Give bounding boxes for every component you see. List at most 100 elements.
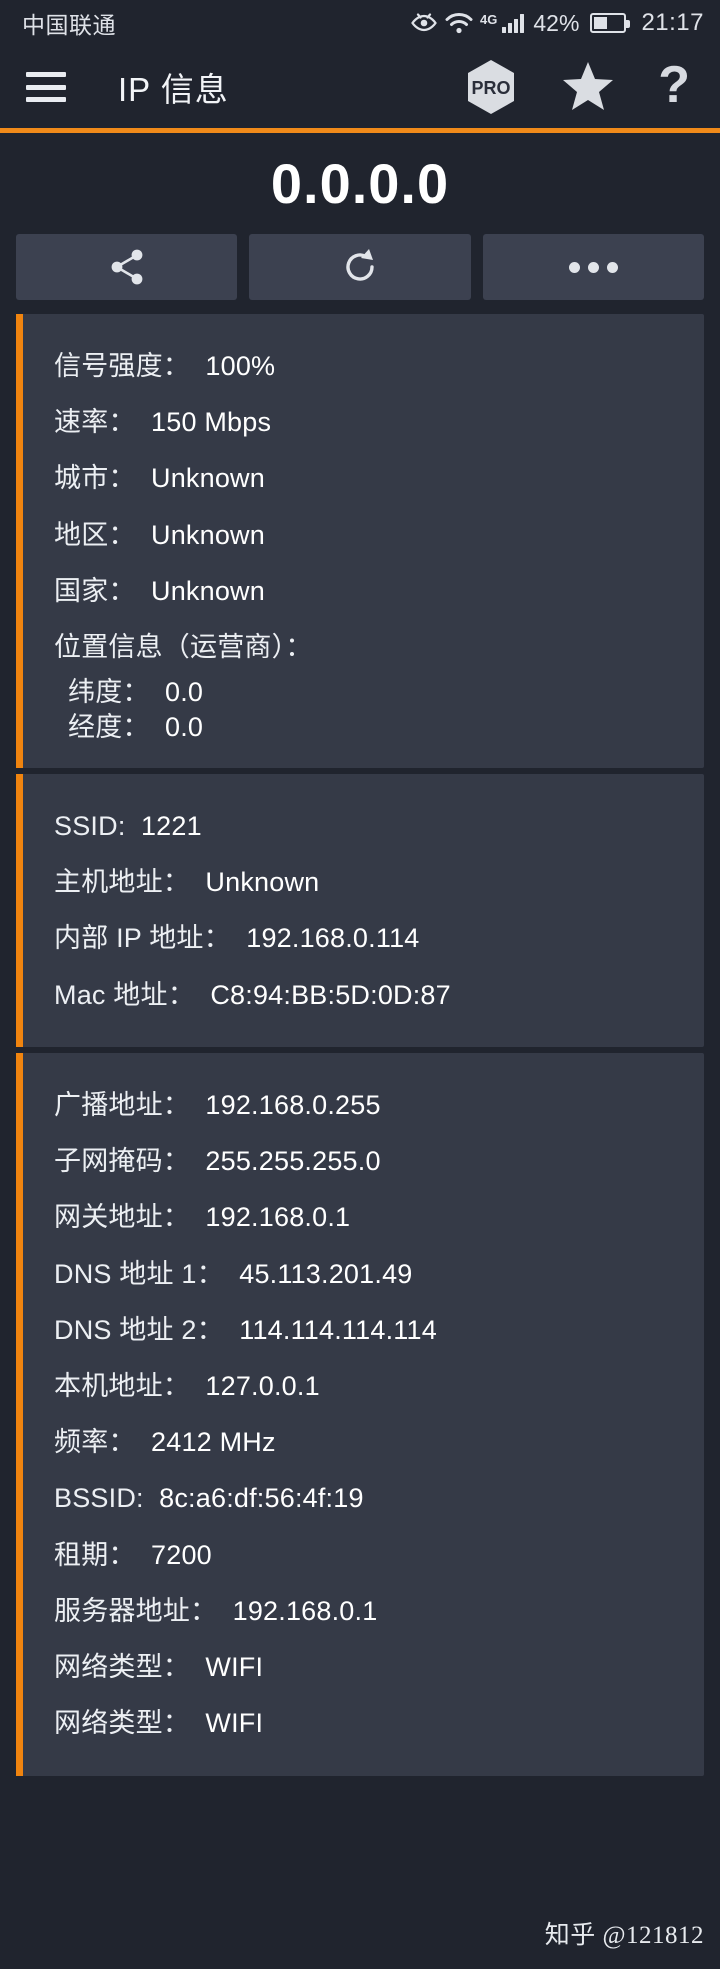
share-button[interactable]: [16, 234, 238, 300]
info-row-label: DNS 地址 1：: [54, 1258, 224, 1289]
info-row-value: Unknown: [205, 867, 320, 898]
clock-label: 21:17: [641, 9, 704, 36]
info-row-value: Unknown: [151, 519, 265, 550]
ip-hero: 0.0.0.0: [0, 133, 720, 226]
info-row-label: 网关地址：: [54, 1202, 190, 1233]
info-row: DNS 地址 2： 114.114.114.114: [54, 1302, 704, 1358]
info-row-value: 192.168.0.114: [246, 923, 420, 954]
info-row: 城市： Unknown: [54, 450, 704, 506]
wifi-identity-card: SSID: 1221 主机地址： Unknown 内部 IP 地址： 192.168…: [16, 773, 704, 1047]
info-row-label: 地区：: [54, 519, 136, 550]
info-row-label: Mac 地址：: [54, 979, 195, 1010]
info-row: 网络类型： WIFI: [54, 1695, 704, 1751]
info-row: 经度： 0.0: [54, 710, 704, 744]
battery-icon: [590, 13, 631, 33]
info-row: 频率： 2412 MHz: [54, 1414, 704, 1470]
info-row: 地区： Unknown: [54, 507, 704, 563]
status-bar: 中国联通 4G 42% 21:17: [0, 0, 720, 46]
info-row-value: 1221: [140, 810, 202, 841]
info-row-value: Unknown: [151, 575, 265, 606]
info-row-value: WIFI: [205, 1652, 264, 1683]
info-row-label: 子网掩码：: [54, 1146, 190, 1177]
info-row-label: DNS 地址 2：: [54, 1314, 224, 1345]
info-row-value: 0.0: [165, 711, 204, 742]
info-row-label: SSID:: [54, 810, 126, 841]
info-row-value: 100%: [205, 351, 276, 381]
info-row-value: 8c:a6:df:56:4f:19: [159, 1483, 364, 1514]
info-row-label: 纬度：: [68, 677, 150, 708]
info-row: Mac 地址： C8:94:BB:5D:0D:87: [54, 967, 704, 1023]
info-row-label: 网络类型：: [54, 1708, 190, 1739]
network-details-card: 广播地址： 192.168.0.255 子网掩码： 255.255.255.0 网关…: [16, 1052, 704, 1776]
info-row-label: 国家：: [54, 575, 136, 606]
info-row-value: Unknown: [151, 463, 265, 494]
info-row: SSID: 1221: [54, 798, 704, 854]
action-button-row: [0, 226, 720, 300]
info-row-value: C8:94:BB:5D:0D:87: [210, 979, 451, 1010]
info-row: 租期： 7200: [54, 1527, 704, 1583]
info-row: 子网掩码： 255.255.255.0: [54, 1133, 704, 1189]
info-row-label: 速率：: [54, 407, 136, 438]
info-row-value: 150 Mbps: [151, 407, 272, 438]
app-bar: IP 信息 PRO ?: [0, 46, 720, 128]
connection-info-card: 信号强度： 100% 速率： 150 Mbps 城市： Unknown 地区： Unk…: [16, 314, 704, 768]
status-icons: 4G 42% 21:17: [410, 9, 704, 37]
info-row: 信号强度： 100%: [54, 338, 704, 394]
info-row-label: 内部 IP 地址：: [54, 923, 231, 954]
wifi-icon: [445, 12, 473, 34]
info-row-label: 租期：: [54, 1539, 136, 1570]
hamburger-menu-icon[interactable]: [26, 72, 66, 102]
star-icon[interactable]: [562, 61, 614, 113]
info-row-label: 经度：: [68, 711, 150, 742]
watermark-label: 知乎 @121812: [544, 1922, 704, 1949]
info-row: 国家： Unknown: [54, 563, 704, 619]
info-row-value: 2412 MHz: [151, 1427, 276, 1458]
public-ip-address: 0.0.0.0: [270, 152, 450, 215]
info-row-value: 255.255.255.0: [205, 1146, 381, 1177]
info-row-value: 192.168.0.255: [205, 1089, 381, 1120]
more-button[interactable]: [482, 234, 704, 300]
info-row-value: 127.0.0.1: [205, 1370, 320, 1401]
info-row: 本机地址： 127.0.0.1: [54, 1358, 704, 1414]
info-row: DNS 地址 1： 45.113.201.49: [54, 1246, 704, 1302]
pro-badge-icon[interactable]: PRO: [464, 58, 518, 116]
help-icon[interactable]: ?: [658, 59, 690, 111]
info-row-label: 网络类型：: [54, 1652, 190, 1683]
network-type-label: 4G: [480, 12, 498, 27]
app-screen: 中国联通 4G 42% 21:17 IP 信息 PRO ? 0.0.0.0 信号…: [0, 0, 720, 1969]
svg-text:PRO: PRO: [472, 78, 511, 98]
info-row-label: 频率：: [54, 1427, 136, 1458]
info-row-value: 45.113.201.49: [239, 1258, 413, 1289]
info-row: 服务器地址： 192.168.0.1: [54, 1583, 704, 1639]
info-card-list: 信号强度： 100% 速率： 150 Mbps 城市： Unknown 地区： Unk…: [0, 300, 720, 1776]
info-row-label: 位置信息（运营商）：: [54, 632, 313, 663]
info-row: 位置信息（运营商）：: [54, 619, 704, 675]
refresh-icon: [346, 249, 374, 281]
info-row: 广播地址： 192.168.0.255: [54, 1077, 704, 1133]
info-row: BSSID: 8c:a6:df:56:4f:19: [54, 1470, 704, 1526]
info-row: 内部 IP 地址： 192.168.0.114: [54, 910, 704, 966]
info-row-label: 广播地址：: [54, 1089, 190, 1120]
info-row-label: 城市：: [54, 463, 136, 494]
more-dots-icon: [568, 261, 618, 273]
share-icon: [111, 249, 143, 285]
info-row-label: 主机地址：: [54, 867, 190, 898]
info-row: 主机地址： Unknown: [54, 854, 704, 910]
info-row-value: 0.0: [165, 677, 204, 708]
battery-percent-label: 42%: [533, 9, 580, 36]
page-title: IP 信息: [118, 71, 229, 108]
info-row: 速率： 150 Mbps: [54, 394, 704, 450]
carrier-label: 中国联通: [22, 12, 116, 38]
info-row-value: WIFI: [205, 1708, 264, 1739]
signal-bars-icon: [502, 13, 525, 33]
info-row-label: 本机地址：: [54, 1370, 190, 1401]
info-row: 网络类型： WIFI: [54, 1639, 704, 1695]
info-row-label: 信号强度：: [54, 351, 190, 381]
info-row: 网关地址： 192.168.0.1: [54, 1189, 704, 1245]
refresh-button[interactable]: [249, 234, 471, 300]
info-row-label: 服务器地址：: [54, 1595, 218, 1626]
eye-icon: [410, 13, 438, 33]
info-row-label: BSSID:: [54, 1483, 144, 1514]
info-row-value: 7200: [151, 1539, 212, 1570]
info-row: 纬度： 0.0: [54, 675, 704, 709]
